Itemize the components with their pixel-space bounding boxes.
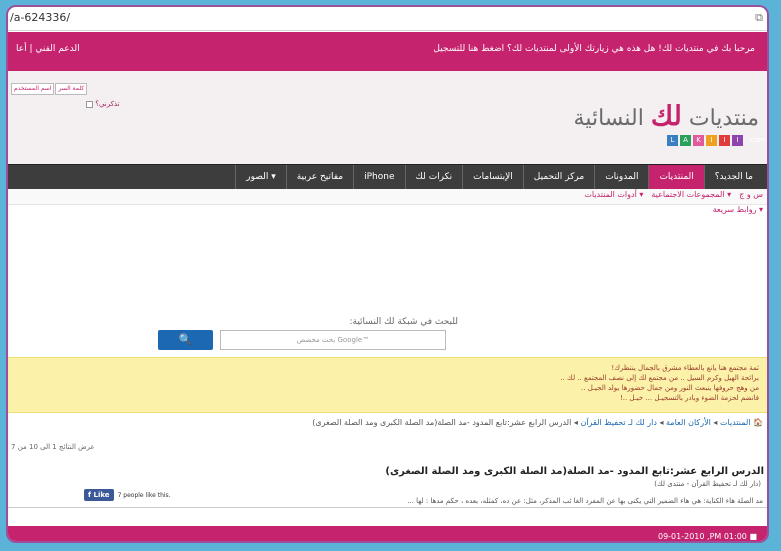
tab-iphone[interactable]: iPhone bbox=[353, 165, 404, 190]
logo-prefix: منتديات bbox=[681, 106, 759, 131]
subnav-faq[interactable]: س و ج bbox=[739, 190, 763, 199]
breadcrumb-general[interactable]: الأركان العامة bbox=[666, 418, 711, 427]
notice-box: ثمة مجتمع هنا يانع بالعطاء مشرق بالجمال … bbox=[8, 357, 767, 413]
facebook-icon: f bbox=[88, 491, 92, 499]
logo-letter-block: I bbox=[719, 135, 730, 146]
post-icon: ■ bbox=[749, 532, 757, 541]
tab-images[interactable]: الصور ▾ bbox=[235, 165, 285, 190]
notice-line: من وهج حروفها ينبعث النور ومن جمال حضوره… bbox=[581, 384, 759, 392]
breadcrumb-quran-house[interactable]: دار لك لـ تحفيظ القرآن bbox=[580, 418, 656, 427]
tab-forums[interactable]: المنتديات bbox=[648, 165, 704, 190]
checkbox-icon[interactable] bbox=[86, 100, 93, 108]
thread-snippet: مد الصلة هاء الكناية: هي هاء الضمير التي… bbox=[407, 497, 763, 505]
results-count: عرض النتائج 1 الى 10 من 7 bbox=[11, 443, 95, 451]
breadcrumb: 🏠 المنتديات ◂ الأركان العامة ◂ دار لك لـ… bbox=[312, 418, 763, 427]
logo-accent: لك bbox=[650, 101, 682, 132]
subnav-social-groups[interactable]: المجموعات الاجتماعية ▾ bbox=[651, 190, 731, 199]
support-link[interactable]: الدعم الفني | أعا bbox=[16, 44, 80, 54]
tab-smilies[interactable]: الإبتسامات bbox=[462, 165, 523, 190]
notice-line: فانضم لحزمة الضوء وبادر بالتسجيـل ... خي… bbox=[619, 394, 759, 402]
date-text: 09-01-2010 ,PM 01:00 bbox=[657, 532, 747, 541]
thread-title-link[interactable]: الدرس الرابع عشر:تابع المدود -مد الصلة(م… bbox=[385, 466, 764, 477]
notice-line: برائحة الهيل وكرم السيل .. من مجتمع لك إ… bbox=[560, 374, 759, 382]
logo-letter-block: K bbox=[693, 135, 704, 146]
address-bar[interactable]: /a-624336/ ⧉ bbox=[8, 7, 767, 31]
home-icon[interactable]: 🏠 bbox=[753, 418, 763, 427]
fb-like-button[interactable]: f Like bbox=[84, 489, 114, 501]
logo-letter-blocks: L A K I I I .com bbox=[574, 135, 766, 146]
tab-whats-new[interactable]: ما الجديد؟ bbox=[703, 165, 763, 190]
logo-letter-block: L bbox=[667, 135, 678, 146]
divider bbox=[8, 507, 767, 508]
thread-source: (دار لك لـ تحفيظ القرآن - منتدى لك) bbox=[654, 480, 761, 488]
logo-title: منتديات لك النسائية bbox=[574, 101, 759, 132]
post-date: 09-01-2010 ,PM 01:00 ■ bbox=[658, 532, 757, 541]
search-button[interactable]: 🔍 bbox=[158, 330, 213, 350]
top-banner: مرحبا بك في منتديات لك! هل هذه هي زيارتك… bbox=[8, 32, 767, 71]
welcome-register-link[interactable]: مرحبا بك في منتديات لك! هل هذه هي زيارتك… bbox=[433, 44, 755, 54]
fb-like-label: Like bbox=[93, 491, 110, 499]
logo-dotcom: .com bbox=[748, 136, 766, 144]
sub-nav: س و ج المجموعات الاجتماعية ▾ أدوات المنت… bbox=[8, 189, 767, 205]
logo-letter-block: A bbox=[680, 135, 691, 146]
main-nav: ما الجديد؟ المنتديات المدونات مركز التحم… bbox=[8, 164, 767, 190]
logo-letter-block: I bbox=[732, 135, 743, 146]
search-icon: 🔍 bbox=[178, 333, 193, 346]
tab-arabic-keys[interactable]: مفاتيح عربية bbox=[285, 165, 353, 190]
tab-blogs[interactable]: المدونات bbox=[594, 165, 648, 190]
browser-window: /a-624336/ ⧉ مرحبا بك في منتديات لك! هل … bbox=[6, 5, 769, 543]
remember-label: تذكرني؟ bbox=[95, 100, 120, 108]
breadcrumb-forums[interactable]: المنتديات bbox=[720, 418, 751, 427]
logo-letter-block: I bbox=[706, 135, 717, 146]
facebook-like: f Like 7 people like this. bbox=[84, 489, 171, 501]
subnav-forum-tools[interactable]: أدوات المنتديات ▾ bbox=[584, 190, 643, 199]
username-field[interactable]: اسم المستخدم bbox=[11, 83, 55, 95]
subnav-quick-links[interactable]: روابط سريعة ▾ bbox=[713, 205, 763, 214]
site-header: اسم المستخدم كلمة السر تذكرني؟ منتديات لك… bbox=[8, 71, 767, 164]
remember-me-checkbox[interactable]: تذكرني؟ bbox=[86, 100, 120, 108]
search-input[interactable]: بحث مخصص Google™ bbox=[220, 330, 446, 350]
post-footer-bar: 09-01-2010 ,PM 01:00 ■ bbox=[8, 526, 767, 541]
breadcrumb-current: الدرس الرابع عشر:تابع المدود -مد الصلة(م… bbox=[312, 418, 572, 427]
logo-suffix: النسائية bbox=[573, 106, 651, 131]
password-field[interactable]: كلمة السر bbox=[55, 83, 88, 95]
tab-upload-center[interactable]: مركز التحميل bbox=[522, 165, 594, 190]
compat-view-icon[interactable]: ⧉ bbox=[755, 11, 763, 25]
tab-nukat[interactable]: نكرات لك bbox=[404, 165, 463, 190]
site-logo[interactable]: منتديات لك النسائية L A K I I I .com bbox=[574, 101, 766, 146]
login-form: اسم المستخدم كلمة السر تذكرني؟ bbox=[11, 75, 120, 108]
search-label: للبحث في شبكة لك النسائية: bbox=[349, 317, 458, 327]
url-text[interactable]: /a-624336/ bbox=[10, 11, 70, 24]
notice-line: ثمة مجتمع هنا يانع بالعطاء مشرق بالجمال … bbox=[611, 364, 759, 372]
like-count: 7 people like this. bbox=[117, 491, 171, 499]
